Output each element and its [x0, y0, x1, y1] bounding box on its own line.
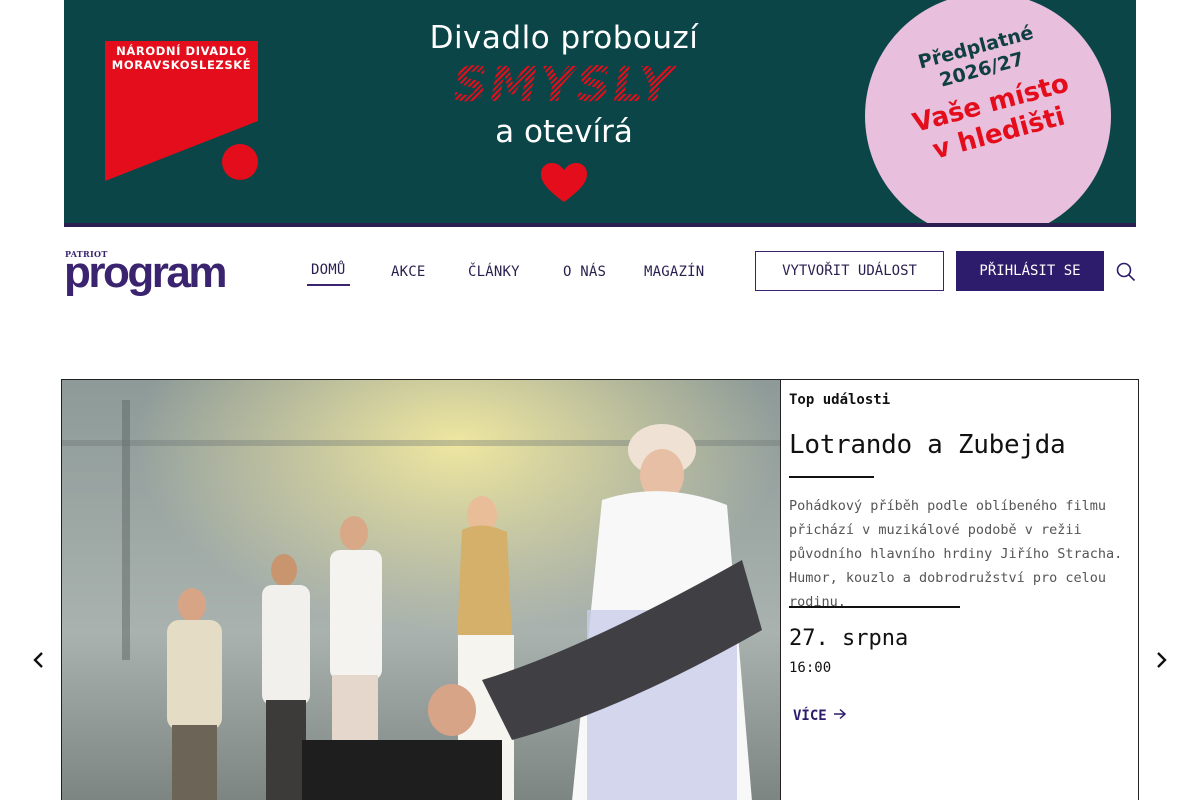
- event-date: 27. srpna: [789, 626, 909, 651]
- nav-item-articles[interactable]: ČLÁNKY: [468, 264, 520, 280]
- create-event-button[interactable]: VYTVOŘIT UDÁLOST: [755, 251, 944, 291]
- more-link-label: VÍCE: [793, 708, 827, 724]
- event-photo[interactable]: [62, 380, 780, 800]
- section-label: Top události: [789, 392, 891, 408]
- search-icon[interactable]: [1116, 262, 1136, 282]
- nav-item-events[interactable]: AKCE: [391, 264, 426, 280]
- theatre-name-line1: NÁRODNÍ DIVADLO: [116, 44, 247, 58]
- featured-event-carousel: Top události Lotrando a Zubejda Pohádkov…: [61, 379, 1139, 800]
- subscription-badge[interactable]: Předplatné 2026/27 Vaše místo v hledišti: [865, 0, 1111, 223]
- title-divider: [789, 476, 874, 478]
- nav-item-about[interactable]: O NÁS: [563, 264, 606, 280]
- banner-headline-line3: a otevírá: [495, 114, 633, 150]
- event-title[interactable]: Lotrando a Zubejda: [789, 430, 1066, 460]
- banner-headline-line1: Divadlo probouzí: [429, 20, 699, 56]
- theatre-logo-text: NÁRODNÍ DIVADLO MORAVSKOSLEZSKÉ: [105, 44, 258, 72]
- theatre-logo: NÁRODNÍ DIVADLO MORAVSKOSLEZSKÉ: [105, 41, 258, 181]
- nav-item-home[interactable]: DOMŮ: [307, 262, 350, 286]
- banner-headline-smysly: SMYSLY: [394, 58, 734, 112]
- heart-icon: [541, 163, 587, 207]
- promo-banner[interactable]: NÁRODNÍ DIVADLO MORAVSKOSLEZSKÉ Divadlo …: [64, 0, 1136, 227]
- event-time: 16:00: [789, 660, 832, 676]
- more-link[interactable]: VÍCE: [793, 708, 847, 724]
- chevron-right-icon: [1157, 652, 1167, 668]
- event-details-panel: Top události Lotrando a Zubejda Pohádkov…: [780, 380, 1138, 800]
- arrow-right-icon: [833, 708, 847, 724]
- theatre-name-line2: MORAVSKOSLEZSKÉ: [111, 58, 252, 72]
- description-divider: [789, 606, 960, 608]
- event-description: Pohádkový příběh podle oblíbeného filmu …: [789, 498, 1123, 610]
- login-button[interactable]: PŘIHLÁSIT SE: [956, 251, 1104, 291]
- carousel-prev-button[interactable]: [29, 649, 49, 671]
- nav-item-magazine[interactable]: MAGAZÍN: [644, 264, 704, 280]
- carousel-next-button[interactable]: [1151, 649, 1171, 671]
- chevron-left-icon: [33, 652, 43, 668]
- banner-headline: Divadlo probouzí SMYSLY a otevírá: [394, 18, 734, 152]
